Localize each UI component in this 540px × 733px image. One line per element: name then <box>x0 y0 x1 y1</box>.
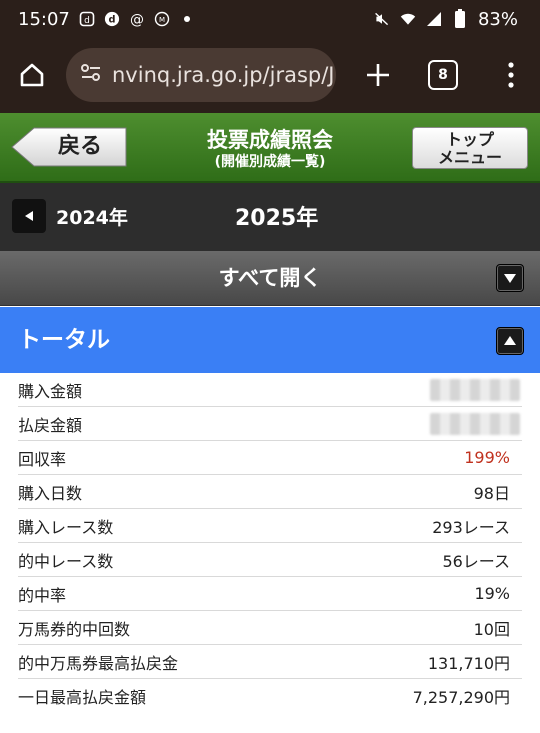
row-label: 購入金額 <box>18 381 83 401</box>
row-label: 的中レース数 <box>18 551 114 571</box>
table-row-big-hit-count: 万馬券的中回数 10回 <box>18 611 522 645</box>
table-row-purchase-races: 購入レース数 293レース <box>18 509 522 543</box>
table-row-daily-max-payout: 一日最高払戻金額 7,257,290円 <box>18 679 522 713</box>
row-label: 購入レース数 <box>18 517 114 537</box>
address-bar[interactable]: nvinq.jra.go.jp/jrasp/JF <box>66 48 336 102</box>
mute-icon <box>374 11 390 27</box>
more-menu-icon[interactable] <box>496 53 526 97</box>
triangle-left-icon <box>25 211 33 221</box>
signal-icon <box>426 11 442 27</box>
row-label: 的中率 <box>18 585 67 605</box>
open-all-label: すべて開く <box>218 266 322 290</box>
table-row-payout-amount: 払戻金額 <box>18 407 522 441</box>
open-all-bar[interactable]: すべて開く <box>0 251 540 306</box>
collapse-up-icon[interactable] <box>496 327 524 355</box>
section-title: トータル <box>18 327 110 353</box>
row-label: 購入日数 <box>18 483 83 503</box>
total-table: 購入金額 払戻金額 回収率 199% 購入日数 98日 購入レース数 293レー… <box>0 373 540 713</box>
d-icon: d <box>104 11 120 27</box>
threads-icon: @ <box>129 11 145 27</box>
year-navigation: 2024年 2025年 <box>0 183 540 251</box>
row-value: 293レース <box>432 517 510 537</box>
top-menu-label-1: トップ <box>445 130 494 149</box>
table-row-hit-rate: 的中率 19% <box>18 577 522 611</box>
browser-chrome: 15:07 d d @ M 83% nvinq.jra.go.jp/jrasp/… <box>0 0 540 113</box>
svg-text:d: d <box>84 16 90 26</box>
row-label: 一日最高払戻金額 <box>18 688 147 707</box>
redacted-value <box>430 378 520 401</box>
m-icon: M <box>154 11 170 27</box>
url-text[interactable]: nvinq.jra.go.jp/jrasp/JF <box>112 63 336 87</box>
row-value: 10回 <box>473 619 510 639</box>
row-value: 56レース <box>442 551 510 571</box>
new-tab-icon[interactable] <box>356 53 400 97</box>
row-label: 回収率 <box>18 449 67 469</box>
table-row-purchase-days: 購入日数 98日 <box>18 475 522 509</box>
row-value: 7,257,290円 <box>412 688 510 707</box>
expand-down-icon[interactable] <box>496 264 524 292</box>
svg-text:M: M <box>159 16 165 24</box>
table-row-big-hit-max-payout: 的中万馬券最高払戻金 131,710円 <box>18 645 522 679</box>
row-label: 的中万馬券最高払戻金 <box>18 653 179 673</box>
redacted-value <box>430 412 520 435</box>
square-d-icon: d <box>79 11 95 27</box>
browser-toolbar: nvinq.jra.go.jp/jrasp/JF 8 <box>0 46 540 104</box>
table-row-return-rate: 回収率 199% <box>18 441 522 475</box>
row-value: 98日 <box>473 483 510 503</box>
battery-percent: 83% <box>477 8 518 30</box>
tab-switcher-button[interactable]: 8 <box>428 60 458 90</box>
svg-text:d: d <box>108 15 115 26</box>
row-label: 万馬券的中回数 <box>18 619 131 639</box>
table-row-purchase-amount: 購入金額 <box>18 373 522 407</box>
wifi-icon <box>400 11 416 27</box>
site-settings-icon[interactable] <box>80 63 102 87</box>
prev-year-link[interactable]: 2024年 <box>56 203 128 230</box>
svg-text:@: @ <box>130 12 144 27</box>
page-header: 戻る 投票成績照会 (開催別成績一覧) トップ メニュー <box>0 113 540 183</box>
row-value: 19% <box>474 584 510 603</box>
battery-icon <box>452 9 468 28</box>
table-row-hit-races: 的中レース数 56レース <box>18 543 522 577</box>
home-icon[interactable] <box>10 53 54 97</box>
total-section-header[interactable]: トータル <box>0 307 540 373</box>
current-year: 2025年 <box>235 206 319 231</box>
row-value: 131,710円 <box>427 653 510 673</box>
row-label: 払戻金額 <box>18 415 83 435</box>
status-bar: 15:07 d d @ M 83% <box>0 0 540 38</box>
dot-icon <box>179 11 195 27</box>
row-value: 199% <box>464 448 510 467</box>
status-time: 15:07 <box>18 8 70 30</box>
prev-year-button[interactable] <box>12 199 46 233</box>
top-menu-button[interactable]: トップ メニュー <box>412 127 528 169</box>
top-menu-label-2: メニュー <box>437 148 502 167</box>
